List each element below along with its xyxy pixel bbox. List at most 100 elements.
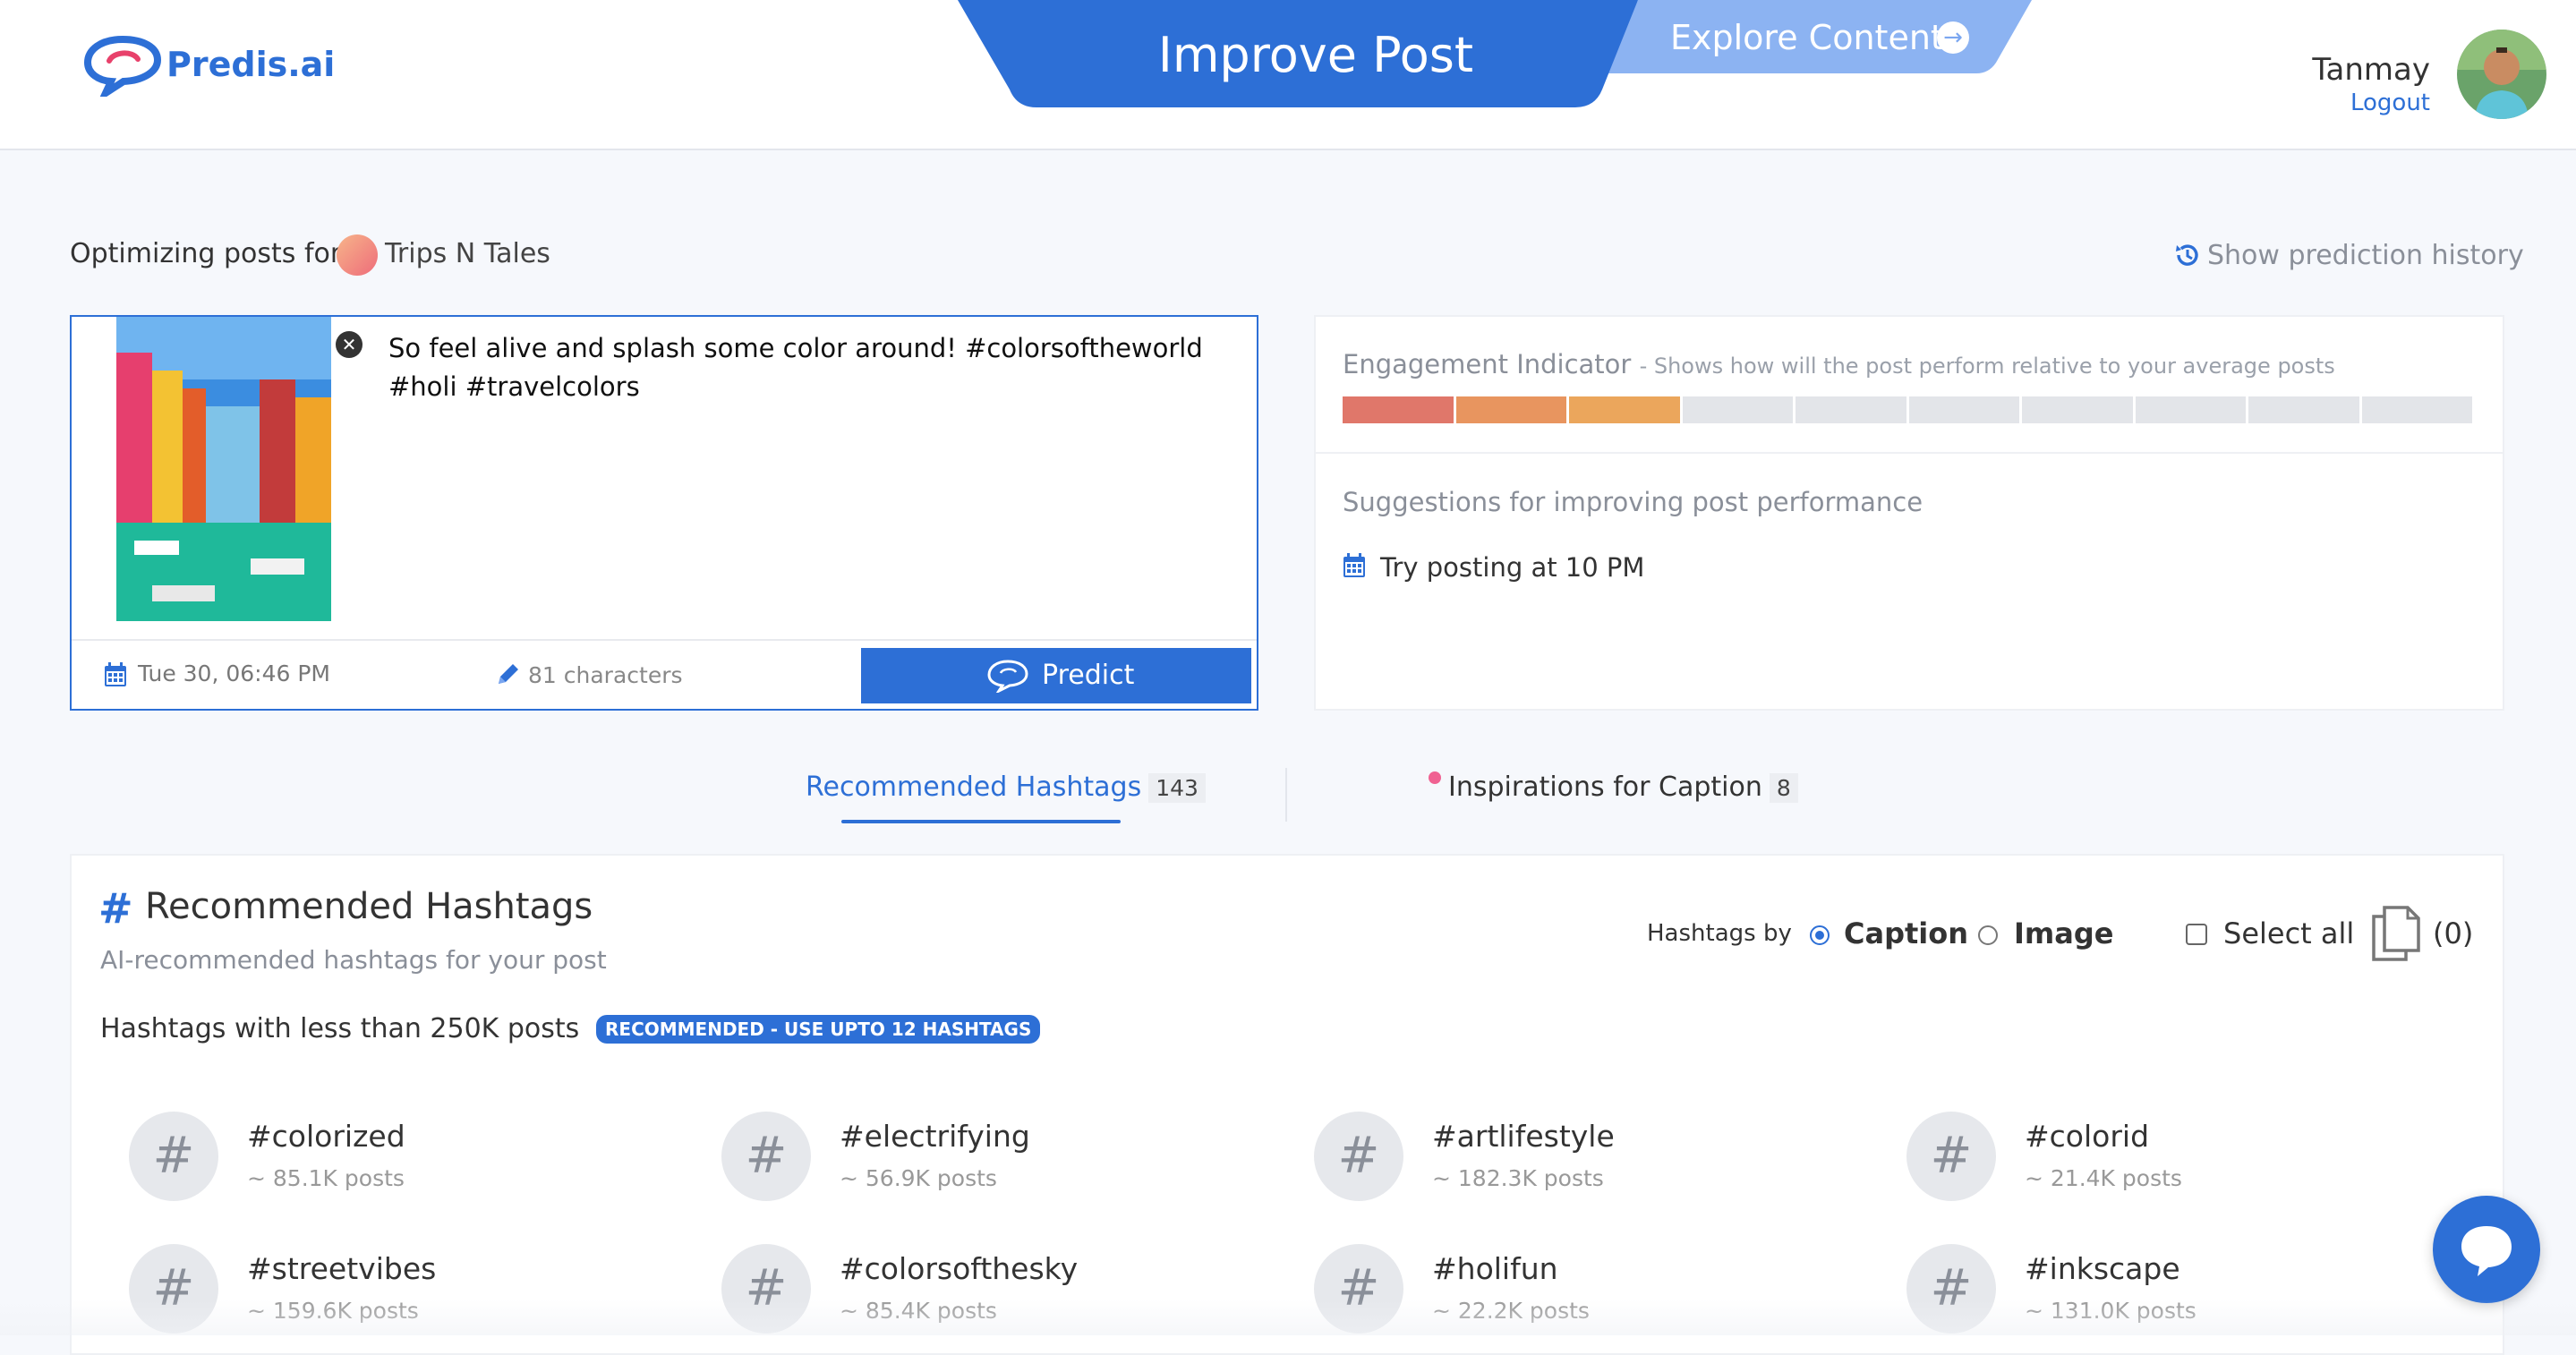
chat-button[interactable] xyxy=(2433,1196,2540,1303)
engagement-meter xyxy=(1343,396,2472,423)
hashtag-item[interactable]: # #inkscape ~ 131.0K posts xyxy=(1906,1244,2461,1342)
predict-button[interactable]: Predict xyxy=(861,648,1251,703)
hashtag-item[interactable]: # #electrifying ~ 56.9K posts xyxy=(721,1112,1276,1210)
caption-text[interactable]: So feel alive and splash some color arou… xyxy=(388,329,1212,406)
pencil-icon xyxy=(499,664,518,684)
hashtag-post-count: ~ 182.3K posts xyxy=(1432,1165,1604,1191)
hash-icon: # xyxy=(1314,1112,1403,1201)
copy-count: (0) xyxy=(2433,916,2474,950)
calendar-icon xyxy=(1343,553,1365,577)
calendar-icon xyxy=(105,662,126,686)
hashtag-name: #artlifestyle xyxy=(1432,1119,1615,1154)
image-radio[interactable] xyxy=(1978,925,1998,945)
hashtag-name: #streetvibes xyxy=(247,1251,437,1286)
meter-segment xyxy=(1569,396,1680,423)
select-all-checkbox[interactable] xyxy=(2186,924,2207,945)
predict-brain-icon xyxy=(987,660,1028,693)
hash-icon: # xyxy=(98,884,133,933)
hashtag-name: #colorid xyxy=(2025,1119,2150,1154)
engagement-indicator-title: Engagement Indicator - Shows how will th… xyxy=(1343,349,2335,379)
tab-count-badge: 143 xyxy=(1148,773,1206,803)
tab-inspirations-for-caption[interactable]: Inspirations for Caption 8 xyxy=(1448,771,1798,803)
hashtag-item[interactable]: # #streetvibes ~ 159.6K posts xyxy=(129,1244,684,1342)
hashtag-name: #colorized xyxy=(247,1119,405,1154)
optimizing-label: Optimizing posts for xyxy=(70,238,342,269)
account-avatar-icon xyxy=(337,234,378,276)
notification-dot xyxy=(1429,771,1441,784)
hash-icon: # xyxy=(129,1244,218,1334)
character-count: 81 characters xyxy=(528,662,683,688)
meter-segment xyxy=(2022,396,2133,423)
engagement-subtitle: - Shows how will the post perform relati… xyxy=(1639,354,2335,379)
hashtag-item[interactable]: # #holifun ~ 22.2K posts xyxy=(1314,1244,1869,1342)
hash-icon: # xyxy=(1314,1244,1403,1334)
active-tab-indicator xyxy=(841,820,1121,823)
meter-segment xyxy=(1796,396,1906,423)
tab-recommended-hashtags-label: Recommended Hashtags xyxy=(806,771,1142,803)
hash-icon: # xyxy=(129,1112,218,1201)
hashtag-post-count: ~ 131.0K posts xyxy=(2025,1298,2196,1324)
hashtag-post-count: ~ 85.4K posts xyxy=(840,1298,997,1324)
hashtag-post-count: ~ 56.9K posts xyxy=(840,1165,997,1191)
hashtag-item[interactable]: # #artlifestyle ~ 182.3K posts xyxy=(1314,1112,1869,1210)
hash-icon: # xyxy=(1906,1244,1996,1334)
logout-link[interactable]: Logout xyxy=(2282,89,2430,116)
hashtags-by-label: Hashtags by xyxy=(1647,920,1792,947)
arrow-right-icon[interactable]: → xyxy=(1937,21,1969,54)
hashtag-post-count: ~ 159.6K posts xyxy=(247,1298,419,1324)
suggestion-item: Try posting at 10 PM xyxy=(1380,552,1645,583)
meter-segment xyxy=(2248,396,2359,423)
chat-bubble-icon xyxy=(2461,1226,2512,1276)
user-name: Tanmay xyxy=(2312,52,2430,88)
meter-segment xyxy=(1343,396,1454,423)
panel-divider xyxy=(1316,452,2503,454)
suggestions-title: Suggestions for improving post performan… xyxy=(1343,487,1923,517)
hashtag-post-count: ~ 21.4K posts xyxy=(2025,1165,2182,1191)
hashtag-name: #colorsofthesky xyxy=(840,1251,1079,1286)
hashtag-item[interactable]: # #colorid ~ 21.4K posts xyxy=(1906,1112,2461,1210)
post-image[interactable] xyxy=(116,317,331,621)
tab-improve-post[interactable]: Improve Post xyxy=(1038,27,1593,83)
hash-icon: # xyxy=(721,1244,811,1334)
hashtag-name: #inkscape xyxy=(2025,1251,2180,1286)
post-schedule-date[interactable]: Tue 30, 06:46 PM xyxy=(138,660,330,686)
remove-image-icon[interactable]: ✕ xyxy=(336,331,363,358)
show-prediction-history-label: Show prediction history xyxy=(2207,240,2524,271)
meter-segment xyxy=(1455,396,1566,423)
history-icon xyxy=(2176,244,2198,266)
card-divider xyxy=(72,639,1257,641)
tab-count-badge: 8 xyxy=(1769,773,1798,803)
meter-segment xyxy=(2135,396,2246,423)
filter-label-text: Hashtags with less than 250K posts xyxy=(100,1013,580,1044)
meter-segment xyxy=(1908,396,2019,423)
hashtag-item[interactable]: # #colorized ~ 85.1K posts xyxy=(129,1112,684,1210)
hashtag-name: #electrifying xyxy=(840,1119,1030,1154)
image-radio-label[interactable]: Image xyxy=(2014,916,2113,950)
meter-segment xyxy=(2361,396,2472,423)
section-subtitle: AI-recommended hashtags for your post xyxy=(100,945,607,975)
engagement-title-text: Engagement Indicator xyxy=(1343,349,1632,379)
predict-button-label: Predict xyxy=(1042,660,1135,691)
tab-separator xyxy=(1285,768,1287,822)
caption-radio[interactable] xyxy=(1810,925,1830,945)
hashtag-filter-label: Hashtags with less than 250K posts xyxy=(100,1013,579,1044)
predis-logo-icon[interactable] xyxy=(82,34,163,97)
hash-icon: # xyxy=(1906,1112,1996,1201)
select-all-label[interactable]: Select all xyxy=(2223,916,2354,950)
tab-recommended-hashtags[interactable]: Recommended Hashtags 143 xyxy=(806,771,1206,803)
account-name[interactable]: Trips N Tales xyxy=(385,238,550,269)
hash-icon: # xyxy=(721,1112,811,1201)
hashtag-post-count: ~ 85.1K posts xyxy=(247,1165,405,1191)
tab-inspirations-label: Inspirations for Caption xyxy=(1448,771,1762,803)
recommended-badge: RECOMMENDED - USE UPTO 12 HASHTAGS xyxy=(596,1015,1041,1044)
section-title: Recommended Hashtags xyxy=(145,886,593,927)
hashtag-item[interactable]: # #colorsofthesky ~ 85.4K posts xyxy=(721,1244,1276,1342)
show-prediction-history-link[interactable]: Show prediction history xyxy=(2173,240,2524,271)
hashtag-name: #holifun xyxy=(1432,1251,1558,1286)
tab-explore-content[interactable]: Explore Content xyxy=(1670,18,1944,57)
brand-name[interactable]: Predis.ai xyxy=(166,45,335,84)
copy-icon[interactable] xyxy=(2368,904,2422,963)
meter-segment xyxy=(1682,396,1793,423)
caption-radio-label[interactable]: Caption xyxy=(1844,916,1968,950)
user-avatar[interactable] xyxy=(2457,30,2546,119)
